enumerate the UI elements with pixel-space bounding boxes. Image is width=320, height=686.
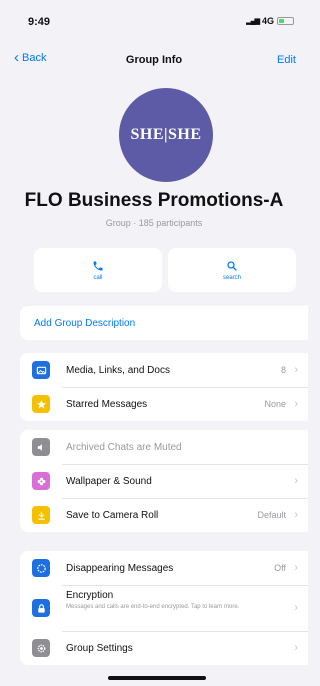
search-icon (227, 260, 237, 271)
group-settings-row[interactable]: Group Settings › (20, 631, 308, 665)
timer-icon (32, 559, 50, 577)
lock-icon (32, 599, 50, 617)
chevron-right-icon: › (294, 475, 298, 487)
row-label: Encryption (66, 590, 114, 601)
add-description-row[interactable]: Add Group Description (20, 306, 308, 340)
group-name: FLO Business Promotions-A (24, 190, 284, 211)
row-label: Group Settings (66, 642, 133, 654)
row-label: Starred Messages (66, 398, 148, 410)
row-label: Disappearing Messages (66, 562, 174, 574)
row-value: Off (274, 563, 286, 573)
photo-icon (32, 361, 50, 379)
add-description-link[interactable]: Add Group Description (34, 318, 135, 329)
privacy-section: Disappearing Messages Off › Encryption M… (20, 551, 308, 665)
avatar-text: SHE|SHE (130, 126, 202, 143)
chevron-right-icon: › (294, 642, 298, 654)
encryption-row[interactable]: Encryption Messages and calls are end-to… (20, 585, 308, 631)
chevron-right-icon: › (294, 602, 298, 614)
row-label: Wallpaper & Sound (66, 475, 152, 487)
row-label: Archived Chats are Muted (66, 441, 182, 453)
group-participants: Group · 185 participants (105, 218, 203, 228)
status-indicators: ▂▄▆ 4G (246, 16, 294, 26)
starred-messages-row[interactable]: Starred Messages None › (20, 387, 308, 421)
flower-icon (32, 472, 50, 490)
row-label: Save to Camera Roll (66, 509, 159, 521)
chevron-right-icon: › (294, 509, 298, 521)
media-links-docs-row[interactable]: Media, Links, and Docs 8 › (20, 353, 308, 387)
edit-button[interactable]: Edit (277, 54, 296, 66)
chevron-right-icon: › (294, 398, 298, 410)
group-avatar[interactable]: SHE|SHE (119, 88, 213, 182)
gear-icon (32, 639, 50, 657)
network-label: 4G (261, 16, 274, 26)
archived-chats-row: Archived Chats are Muted (20, 430, 308, 464)
download-icon (32, 506, 50, 524)
page-title: Group Info (125, 54, 183, 66)
row-value: 8 (280, 365, 286, 375)
battery-icon (277, 17, 294, 25)
search-button[interactable]: search (168, 248, 296, 292)
disappearing-messages-row[interactable]: Disappearing Messages Off › (20, 551, 308, 585)
star-icon (32, 395, 50, 413)
wallpaper-sound-row[interactable]: Wallpaper & Sound › (20, 464, 308, 498)
save-camera-roll-row[interactable]: Save to Camera Roll Default › (20, 498, 308, 532)
search-label: search (222, 274, 241, 281)
home-indicator (108, 676, 206, 680)
description-card: Add Group Description (20, 306, 308, 340)
call-button[interactable]: call (34, 248, 162, 292)
chevron-right-icon: › (294, 364, 298, 376)
status-time: 9:49 (28, 16, 51, 28)
navigation-bar: ‹ Back Group Info Edit (0, 48, 308, 72)
row-label: Media, Links, and Docs (66, 364, 170, 376)
status-bar: 9:49 ▂▄▆ 4G (0, 0, 308, 40)
speaker-muted-icon (32, 438, 50, 456)
chat-settings-section: Archived Chats are Muted Wallpaper & Sou… (20, 430, 308, 532)
chevron-right-icon: › (294, 562, 298, 574)
row-value: None (264, 399, 286, 409)
signal-icon: ▂▄▆ (246, 18, 260, 25)
phone-icon (93, 261, 103, 270)
media-section: Media, Links, and Docs 8 › Starred Messa… (20, 353, 308, 421)
encryption-description: Messages and calls are end-to-end encryp… (66, 604, 240, 610)
call-label: call (93, 274, 103, 281)
row-value: Default (257, 510, 286, 520)
